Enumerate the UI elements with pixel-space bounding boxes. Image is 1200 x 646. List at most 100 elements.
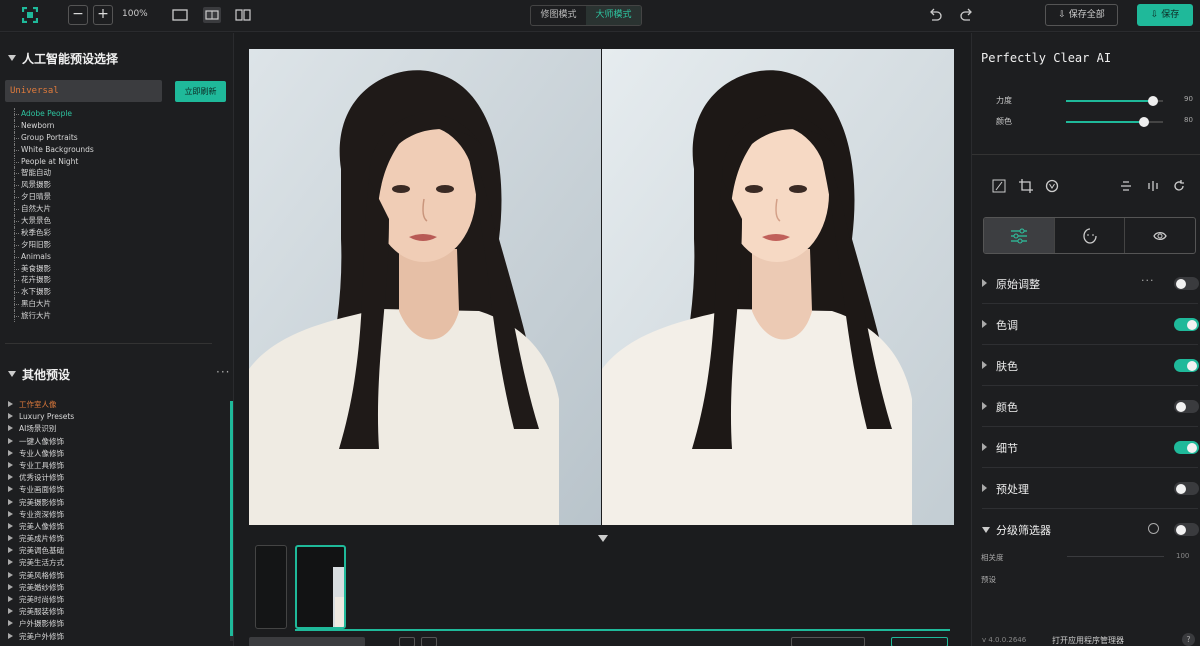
compare-view-icon[interactable] bbox=[235, 8, 251, 22]
section-row[interactable]: 预处理 bbox=[982, 479, 1199, 499]
other-preset-item[interactable]: 优秀设计修饰 bbox=[8, 472, 218, 484]
ai-preset-item[interactable]: 秋季色彩 bbox=[12, 226, 212, 239]
open-app-manager-link[interactable]: 打开应用程序管理器 bbox=[1052, 635, 1124, 646]
reset-circle-icon[interactable] bbox=[1148, 523, 1159, 534]
section-toggle[interactable] bbox=[1174, 359, 1199, 372]
next-image-button[interactable] bbox=[421, 637, 437, 646]
other-preset-item[interactable]: 完美摄影修饰 bbox=[8, 497, 218, 509]
flip-horizontal-icon[interactable] bbox=[1146, 179, 1160, 193]
section-toggle[interactable] bbox=[1174, 277, 1199, 290]
preset-label: 专业资深修饰 bbox=[19, 509, 64, 519]
other-preset-item[interactable]: 完美婚纱修饰 bbox=[8, 582, 218, 594]
split-view-icon[interactable] bbox=[203, 7, 221, 23]
color-slider[interactable]: 颜色 80 bbox=[996, 116, 1196, 128]
other-preset-item[interactable]: 完美风格修饰 bbox=[8, 570, 218, 582]
save-all-button[interactable]: ⇩ 保存全部 bbox=[1045, 4, 1118, 26]
ai-preset-item[interactable]: Group Portraits bbox=[12, 131, 212, 144]
section-toggle[interactable] bbox=[1174, 482, 1199, 495]
section-row[interactable]: 颜色 bbox=[982, 397, 1199, 417]
section-toggle[interactable] bbox=[1174, 441, 1199, 454]
other-preset-item[interactable]: 户外摄影修饰 bbox=[8, 618, 218, 630]
mode-master[interactable]: 大师模式 bbox=[586, 6, 641, 25]
badge-icon[interactable] bbox=[1045, 179, 1059, 193]
other-preset-item[interactable]: 专业人像修饰 bbox=[8, 448, 218, 460]
other-preset-item[interactable]: AI场景识别 bbox=[8, 423, 218, 435]
other-preset-item[interactable]: 完美时尚修饰 bbox=[8, 594, 218, 606]
refresh-button[interactable]: 立即刷新 bbox=[175, 81, 226, 102]
undo-icon[interactable] bbox=[928, 8, 942, 22]
section-row[interactable]: 肤色 bbox=[982, 356, 1199, 376]
other-preset-item[interactable]: 完美人像修饰 bbox=[8, 521, 218, 533]
section-graded-filter[interactable]: 分级筛选器 bbox=[982, 520, 1199, 540]
other-preset-item[interactable]: 专业画面修饰 bbox=[8, 484, 218, 496]
crop-icon[interactable] bbox=[1019, 179, 1033, 193]
ai-preset-item[interactable]: 夕阳旧影 bbox=[12, 238, 212, 251]
ai-preset-item[interactable]: 美食摄影 bbox=[12, 262, 212, 275]
other-preset-item[interactable]: 完美生活方式 bbox=[8, 557, 218, 569]
other-preset-item[interactable]: 专业工具修饰 bbox=[8, 460, 218, 472]
preset-search-input[interactable] bbox=[5, 80, 162, 102]
section-row[interactable]: 细节 bbox=[982, 438, 1199, 458]
other-presets-header[interactable]: 其他预设 bbox=[8, 366, 70, 383]
more-options-icon[interactable]: ··· bbox=[216, 365, 230, 379]
ai-preset-item[interactable]: White Backgrounds bbox=[12, 143, 212, 156]
zoom-in-button[interactable]: + bbox=[93, 5, 113, 25]
section-row[interactable]: 色调 bbox=[982, 315, 1199, 335]
ai-presets-header[interactable]: 人工智能预设选择 bbox=[8, 50, 118, 67]
bottom-primary-button[interactable] bbox=[891, 637, 948, 646]
section-toggle[interactable] bbox=[1174, 523, 1199, 536]
mode-retouch[interactable]: 修图模式 bbox=[531, 6, 586, 25]
file-name-field[interactable] bbox=[249, 637, 365, 646]
ai-preset-item[interactable]: 旅行大片 bbox=[12, 310, 212, 322]
prev-image-button[interactable] bbox=[399, 637, 415, 646]
slider-handle[interactable] bbox=[1138, 117, 1149, 127]
relevance-slider[interactable] bbox=[1067, 556, 1164, 557]
collapse-filmstrip-icon[interactable] bbox=[598, 535, 608, 542]
help-icon[interactable]: ? bbox=[1182, 633, 1195, 646]
redo-icon[interactable] bbox=[960, 8, 974, 22]
ai-preset-item[interactable]: 夕日晴景 bbox=[12, 191, 212, 204]
other-preset-item[interactable]: 专业资深修饰 bbox=[8, 509, 218, 521]
slider-track[interactable] bbox=[1066, 117, 1163, 127]
section-row[interactable]: 原始调整 bbox=[982, 274, 1199, 294]
ai-preset-item[interactable]: 花卉摄影 bbox=[12, 274, 212, 287]
filmstrip-thumbnail-selected[interactable] bbox=[295, 545, 346, 629]
section-toggle[interactable] bbox=[1174, 400, 1199, 413]
single-view-icon[interactable] bbox=[172, 8, 188, 22]
other-preset-item[interactable]: Luxury Presets bbox=[8, 411, 218, 423]
ai-preset-item[interactable]: 风景摄影 bbox=[12, 179, 212, 192]
other-preset-item[interactable]: 完美服装修饰 bbox=[8, 606, 218, 618]
tab-adjustments[interactable] bbox=[984, 218, 1054, 253]
other-preset-item[interactable]: 完美调色基础 bbox=[8, 545, 218, 557]
scrollbar-thumb[interactable] bbox=[230, 401, 233, 636]
ai-preset-item[interactable]: 黑白大片 bbox=[12, 298, 212, 311]
auto-fix-icon[interactable] bbox=[992, 179, 1006, 193]
ai-preset-item[interactable]: Adobe People bbox=[12, 108, 212, 120]
ai-preset-item[interactable]: Animals bbox=[12, 250, 212, 263]
ai-preset-item[interactable]: 自然大片 bbox=[12, 203, 212, 215]
strength-slider[interactable]: 力度 90 bbox=[996, 95, 1196, 107]
flip-vertical-icon[interactable] bbox=[1119, 179, 1133, 193]
ai-preset-item[interactable]: Newborn bbox=[12, 119, 212, 132]
ai-preset-item[interactable]: People at Night bbox=[12, 155, 212, 168]
slider-handle[interactable] bbox=[1148, 96, 1159, 106]
slider-track[interactable] bbox=[1066, 96, 1163, 106]
other-preset-item[interactable]: 完美成片修饰 bbox=[8, 533, 218, 545]
ai-preset-item[interactable]: 智能自动 bbox=[12, 167, 212, 180]
ai-preset-item[interactable]: 水下摄影 bbox=[12, 286, 212, 299]
bottom-action-button[interactable] bbox=[791, 637, 865, 646]
before-image[interactable] bbox=[249, 49, 601, 525]
rotate-icon[interactable] bbox=[1172, 179, 1186, 193]
other-preset-item[interactable]: 一键人像修饰 bbox=[8, 436, 218, 448]
other-preset-item[interactable]: 工作室人像 bbox=[8, 399, 218, 411]
tab-face[interactable] bbox=[1053, 218, 1125, 253]
tab-eye[interactable] bbox=[1124, 218, 1195, 253]
zoom-out-button[interactable]: − bbox=[68, 5, 88, 25]
scrollbar[interactable] bbox=[230, 401, 233, 641]
section-toggle[interactable] bbox=[1174, 318, 1199, 331]
after-image[interactable] bbox=[602, 49, 954, 525]
ai-preset-item[interactable]: 大景景色 bbox=[12, 215, 212, 227]
other-preset-item[interactable]: 完美户外修饰 bbox=[8, 631, 218, 643]
filmstrip-thumbnail[interactable] bbox=[255, 545, 287, 629]
save-button[interactable]: ⇩ 保存 bbox=[1137, 4, 1193, 26]
